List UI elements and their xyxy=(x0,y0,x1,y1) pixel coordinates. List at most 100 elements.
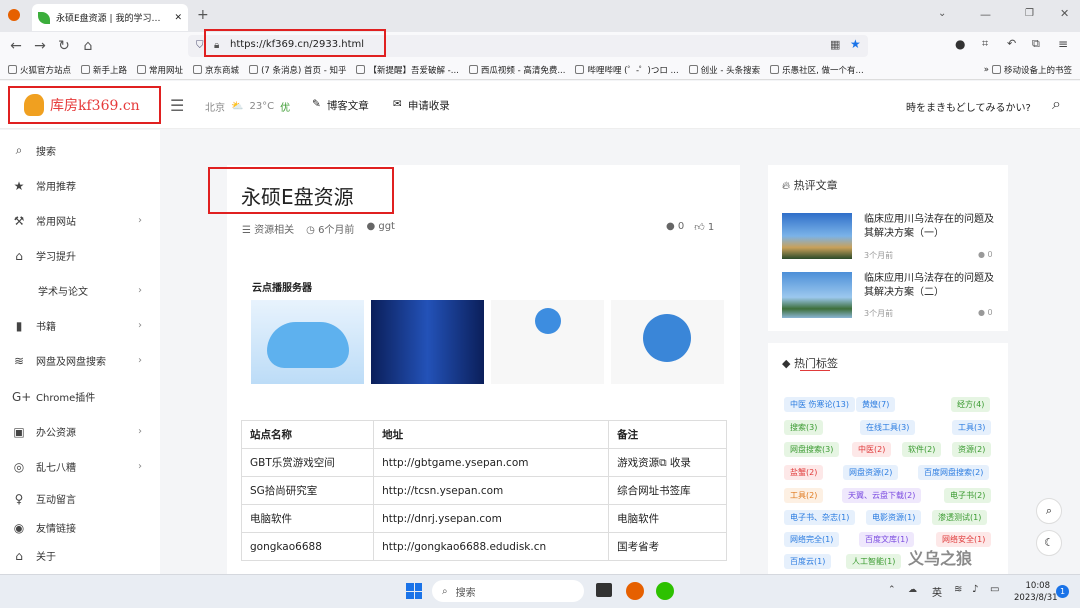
ad-image-globe-servers[interactable] xyxy=(611,300,724,384)
hot-article-link[interactable]: 临床应用川乌法存在的问题及其解决方案（一） xyxy=(864,213,1000,241)
sidebar-item-office[interactable]: ▣ 办公资源 › xyxy=(12,424,142,440)
sidebar-item-academic[interactable]: 学术与论文 › xyxy=(38,283,142,298)
tag-item[interactable]: 网络完全(1) xyxy=(784,532,840,547)
restore-button[interactable]: ❐ xyxy=(1025,8,1034,19)
wifi-icon[interactable]: ≋ xyxy=(954,584,962,595)
close-icon[interactable]: ✕ xyxy=(174,13,182,23)
sidebar-item-study[interactable]: ⌂ 学习提升 xyxy=(12,248,142,264)
bookmark-mobile[interactable]: » 移动设备上的书签 xyxy=(984,64,1080,76)
tag-item[interactable]: 中医(2) xyxy=(852,442,892,457)
bookmark-star-icon[interactable]: ★ xyxy=(850,37,861,51)
crop-icon[interactable]: ⌗ xyxy=(982,37,988,51)
tag-item[interactable]: 搜索(3) xyxy=(784,420,824,435)
tag-item[interactable]: 网盘资源(2) xyxy=(843,465,899,480)
bookmark-item[interactable]: 创业 - 头条搜索 xyxy=(688,64,760,76)
sidebar-item-message[interactable]: ♀ 互动留言 xyxy=(12,491,142,507)
site-logo[interactable]: 库房kf369.cn xyxy=(8,86,161,124)
tag-item[interactable]: 人工智能(1) xyxy=(846,554,902,569)
bookmark-item[interactable]: 火狐官方站点 xyxy=(8,64,71,76)
table-link[interactable]: http://tcsn.ysepan.com xyxy=(373,476,610,505)
bookmark-item[interactable]: 西瓜视频 - 高清免费... xyxy=(468,64,565,76)
tag-item[interactable]: 中医 伤寒论(13) xyxy=(784,397,855,412)
new-tab-button[interactable]: + xyxy=(197,7,209,23)
menu-icon[interactable]: ≡ xyxy=(1058,37,1068,51)
firefox-icon[interactable] xyxy=(8,9,20,21)
tag-item[interactable]: 资源(2) xyxy=(952,442,992,457)
tag-item[interactable]: 百度云(1) xyxy=(784,554,832,569)
ad-image-servers[interactable] xyxy=(371,300,484,384)
tag-item[interactable]: 渗透测试(1) xyxy=(932,510,988,525)
task-view-icon[interactable] xyxy=(596,583,612,597)
chevron-right-icon[interactable]: » xyxy=(984,65,989,75)
category-link[interactable]: ☰ 资源相关 xyxy=(242,221,294,236)
sidebar-item-common-sites[interactable]: ⚒ 常用网站 › xyxy=(12,213,142,229)
extensions-icon[interactable]: ⧉ xyxy=(1032,37,1040,51)
windows-start-icon[interactable] xyxy=(406,583,422,599)
nav-blog[interactable]: ✎ 博客文章 xyxy=(312,98,369,113)
tag-item[interactable]: 在线工具(3) xyxy=(860,420,916,435)
tag-item[interactable]: 百度文库(1) xyxy=(859,532,915,547)
sidebar-item-search[interactable]: ⌕ 搜索 xyxy=(12,143,142,158)
bookmark-item[interactable]: 乐愚社区, 做一个有... xyxy=(770,64,864,76)
tag-item[interactable]: 电影资源(1) xyxy=(866,510,922,525)
table-link[interactable]: http://gbtgame.ysepan.com xyxy=(373,448,610,477)
info-icon[interactable]: ● xyxy=(955,37,965,51)
float-search-button[interactable]: ⌕ xyxy=(1036,498,1062,524)
nav-apply[interactable]: ✉ 申请收录 xyxy=(393,98,450,113)
chevron-up-icon[interactable]: ⌃ xyxy=(888,585,896,595)
table-link[interactable]: http://dnrj.ysepan.com xyxy=(373,504,610,533)
wechat-taskbar-icon[interactable] xyxy=(656,582,674,600)
bookmark-item[interactable]: 哔哩哔哩 (゜-゜)つロ ... xyxy=(575,64,679,76)
sidebar-item-netdisk[interactable]: ≋ 网盘及网盘搜索 › xyxy=(12,353,142,369)
back-icon[interactable]: ← xyxy=(4,38,28,54)
forward-icon[interactable]: → xyxy=(28,38,52,54)
sidebar-item-misc[interactable]: ◎ 乱七八糟 › xyxy=(12,459,142,475)
hamburger-icon[interactable]: ☰ xyxy=(170,96,184,115)
comment-count[interactable]: ● 0 xyxy=(666,221,684,233)
ad-image-cloud[interactable] xyxy=(251,300,364,384)
language-indicator[interactable]: 英 xyxy=(932,584,942,599)
tag-item[interactable]: 百度网盘搜索(2) xyxy=(918,465,990,480)
sidebar-item-chrome[interactable]: G+ Chrome插件 xyxy=(12,389,142,405)
undo-icon[interactable]: ↶ xyxy=(1007,37,1016,50)
home-icon[interactable]: ⌂ xyxy=(76,38,100,54)
sidebar-item-links[interactable]: ◉ 友情链接 xyxy=(12,520,142,536)
tag-item[interactable]: 工具(2) xyxy=(784,488,824,503)
sidebar-item-books[interactable]: ▮ 书籍 › xyxy=(12,318,142,334)
table-link[interactable]: 游戏资源⧉ 收录 xyxy=(608,448,727,477)
tag-item[interactable]: 网盘搜索(3) xyxy=(784,442,840,457)
table-link[interactable]: http://gongkao6688.edudisk.cn xyxy=(373,532,610,561)
browser-tab[interactable]: 永硕E盘资源 | 我的学习信息记录 ✕ xyxy=(32,4,188,31)
cloud-icon[interactable]: ☁ xyxy=(908,585,917,595)
battery-icon[interactable]: ▭ xyxy=(990,584,999,595)
minimize-button[interactable]: — xyxy=(980,8,991,21)
bookmark-item[interactable]: 常用网址 xyxy=(137,64,183,76)
article-thumbnail[interactable] xyxy=(782,213,852,259)
tag-item[interactable]: 工具(3) xyxy=(952,420,992,435)
reload-icon[interactable]: ↻ xyxy=(52,38,76,54)
bookmark-item[interactable]: 新手上路 xyxy=(81,64,127,76)
tag-item[interactable]: 经方(4) xyxy=(951,397,991,412)
bookmark-item[interactable]: 【新提醒】吾爱破解 -... xyxy=(356,64,459,76)
taskbar-search[interactable]: ⌕ 搜索 xyxy=(432,580,584,602)
tag-item[interactable]: 黄煌(7) xyxy=(856,397,896,412)
firefox-taskbar-icon[interactable] xyxy=(626,582,644,600)
hot-article-link[interactable]: 临床应用川乌法存在的问题及其解决方案（二） xyxy=(864,272,1000,300)
close-window-button[interactable]: ✕ xyxy=(1060,7,1069,20)
sidebar-item-about[interactable]: ⌂ 关于 xyxy=(12,548,142,564)
tag-item[interactable]: 盐蟹(2) xyxy=(784,465,824,480)
volume-icon[interactable]: ♪ xyxy=(972,584,978,595)
tag-item[interactable]: 电子书、杂志(1) xyxy=(784,510,856,525)
shield-icon[interactable]: ⛉ xyxy=(196,40,204,51)
clock[interactable]: 10:08 2023/8/31 xyxy=(1014,580,1058,604)
dark-mode-button[interactable]: ☾ xyxy=(1036,530,1062,556)
ad-image-network[interactable] xyxy=(491,300,604,384)
sidebar-item-recommend[interactable]: ★ 常用推荐 xyxy=(12,178,142,194)
article-thumbnail[interactable] xyxy=(782,272,852,318)
bookmark-item[interactable]: (7 条消息) 首页 - 知乎 xyxy=(249,64,346,76)
tag-item[interactable]: 软件(2) xyxy=(902,442,942,457)
tag-item[interactable]: 天翼、云盘下载(2) xyxy=(842,488,922,503)
author[interactable]: ● ggt xyxy=(366,221,395,236)
notification-badge[interactable]: 1 xyxy=(1056,585,1069,598)
chevron-down-icon[interactable]: ⌄ xyxy=(938,8,946,19)
